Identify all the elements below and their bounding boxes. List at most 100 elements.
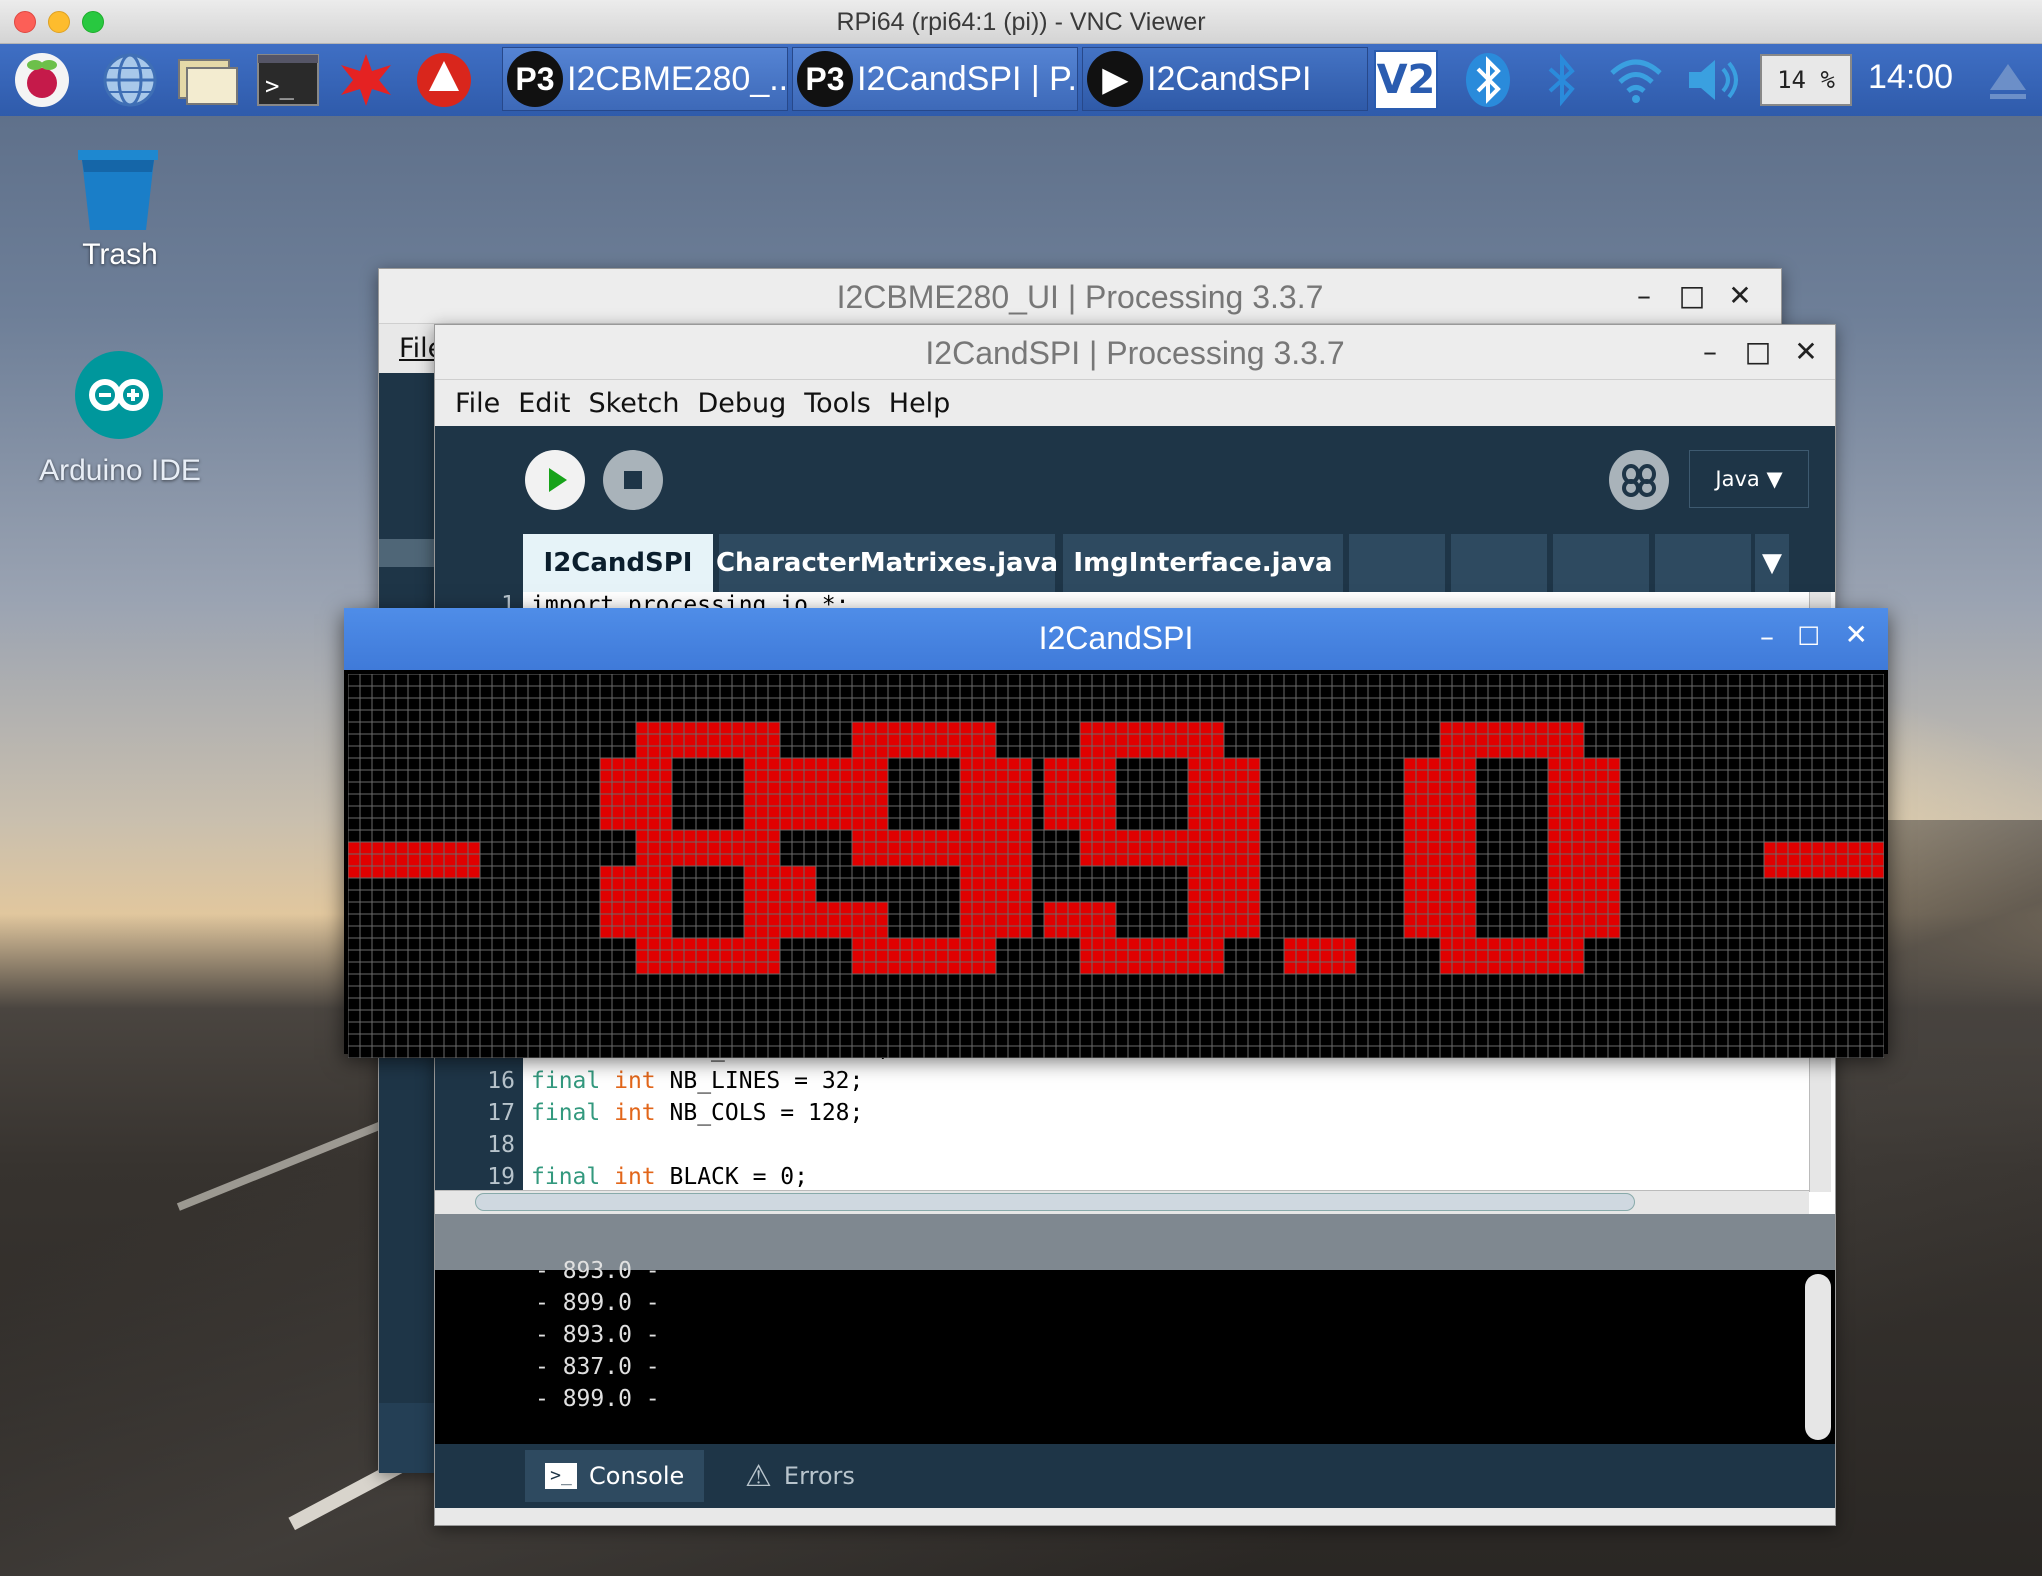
console-output[interactable]: - 893.0 - - 899.0 - - 893.0 - - 837.0 - … xyxy=(435,1258,1835,1444)
led-pixel xyxy=(924,842,936,854)
led-pixel xyxy=(1320,950,1332,962)
taskbar-item-i2candspi-sketch[interactable]: ▶ I2CandSPI xyxy=(1082,47,1368,111)
led-pixel xyxy=(1428,794,1440,806)
led-pixel xyxy=(1080,902,1092,914)
led-pixel xyxy=(720,746,732,758)
led-pixel xyxy=(432,842,444,854)
led-pixel xyxy=(828,782,840,794)
taskbar-item-i2candspi-ide[interactable]: P3 I2CandSPI | P... xyxy=(792,47,1078,111)
tab-i2candspi[interactable]: I2CandSPI xyxy=(523,534,713,592)
led-pixel xyxy=(1548,962,1560,974)
minimize-icon[interactable]: – xyxy=(1760,620,1774,653)
led-pixel xyxy=(1560,794,1572,806)
led-pixel xyxy=(852,962,864,974)
led-pixel xyxy=(1044,758,1056,770)
vnc-icon[interactable]: V2 xyxy=(1374,50,1438,110)
clock[interactable]: 14:00 xyxy=(1868,58,1978,102)
terminal-icon[interactable]: >_ xyxy=(256,50,320,110)
led-pixel xyxy=(816,926,828,938)
web-browser-icon[interactable] xyxy=(98,50,162,110)
tab-empty[interactable] xyxy=(1655,534,1751,592)
bluetooth-status-icon[interactable] xyxy=(1530,50,1594,110)
maximize-icon[interactable]: □ xyxy=(1797,620,1820,648)
led-pixel xyxy=(744,902,756,914)
led-pixel xyxy=(660,758,672,770)
led-pixel xyxy=(1188,950,1200,962)
led-pixel xyxy=(912,950,924,962)
maximize-icon[interactable]: □ xyxy=(1741,335,1775,368)
taskbar-item-bme280[interactable]: P3 I2CBME280_... xyxy=(502,47,788,111)
led-pixel xyxy=(816,806,828,818)
led-pixel xyxy=(1548,830,1560,842)
led-pixel xyxy=(744,854,756,866)
tab-imginterface[interactable]: ImgInterface.java xyxy=(1063,534,1343,592)
led-pixel xyxy=(864,842,876,854)
menu-edit[interactable]: Edit xyxy=(518,388,570,419)
led-pixel xyxy=(1020,926,1032,938)
file-manager-icon[interactable] xyxy=(176,50,240,110)
led-pixel xyxy=(1560,758,1572,770)
minimize-icon[interactable]: – xyxy=(1627,279,1661,312)
led-pixel xyxy=(408,854,420,866)
led-pixel xyxy=(1404,854,1416,866)
close-icon[interactable]: ✕ xyxy=(1845,618,1868,651)
led-pixel xyxy=(612,770,624,782)
tab-empty[interactable] xyxy=(1451,534,1547,592)
led-pixel xyxy=(636,734,648,746)
led-pixel xyxy=(972,782,984,794)
led-pixel xyxy=(948,722,960,734)
menu-file[interactable]: File xyxy=(455,388,500,419)
led-pixel xyxy=(636,722,648,734)
menu-tools[interactable]: Tools xyxy=(804,388,871,419)
maximize-icon[interactable]: □ xyxy=(1675,279,1709,312)
close-icon[interactable]: ✕ xyxy=(1789,335,1823,368)
led-pixel xyxy=(804,758,816,770)
stop-button[interactable] xyxy=(603,450,663,510)
console-tab[interactable]: >_ Console xyxy=(525,1450,705,1502)
errors-tab[interactable]: ⚠ Errors xyxy=(725,1450,875,1502)
tab-charactermatrixes[interactable]: CharacterMatrixes.java xyxy=(716,534,1058,592)
menu-debug[interactable]: Debug xyxy=(697,388,786,419)
sketch-output-window[interactable]: I2CandSPI – □ ✕ xyxy=(344,608,1888,1058)
arduino-ide-icon[interactable] xyxy=(74,350,164,440)
led-pixel xyxy=(624,926,636,938)
minimize-icon[interactable]: – xyxy=(1693,335,1727,368)
editor-horizontal-scrollbar[interactable] xyxy=(435,1190,1809,1214)
tab-empty[interactable] xyxy=(1553,534,1649,592)
led-pixel xyxy=(756,926,768,938)
console-line: - 899.0 - xyxy=(535,1290,660,1316)
math-kernel-icon[interactable] xyxy=(334,50,398,110)
debugger-button[interactable] xyxy=(1609,450,1669,510)
sketch-title-bar[interactable]: I2CandSPI – □ ✕ xyxy=(344,608,1888,670)
bluetooth-icon[interactable] xyxy=(1456,50,1520,110)
volume-icon[interactable] xyxy=(1682,50,1746,110)
ide-title-bar[interactable]: I2CandSPI | Processing 3.3.7 – □ ✕ xyxy=(435,325,1835,380)
close-icon[interactable]: ✕ xyxy=(1723,279,1757,312)
led-pixel xyxy=(1788,866,1800,878)
led-pixel xyxy=(1092,782,1104,794)
menu-sketch[interactable]: Sketch xyxy=(588,388,679,419)
tab-empty[interactable] xyxy=(1349,534,1445,592)
eject-icon[interactable] xyxy=(1976,50,2040,110)
tabs-overflow-button[interactable]: ▼ xyxy=(1755,534,1789,592)
led-pixel xyxy=(1200,866,1212,878)
led-pixel xyxy=(1512,746,1524,758)
cpu-usage-monitor[interactable]: 14 % xyxy=(1760,54,1852,106)
led-pixel xyxy=(1404,926,1416,938)
led-pixel xyxy=(924,722,936,734)
led-pixel xyxy=(1152,722,1164,734)
trash-icon[interactable] xyxy=(72,146,164,232)
led-pixel xyxy=(828,806,840,818)
menu-help[interactable]: Help xyxy=(889,388,951,419)
horizontal-scroll-thumb[interactable] xyxy=(475,1193,1635,1211)
console-scrollbar[interactable] xyxy=(1805,1274,1831,1440)
run-button[interactable] xyxy=(525,450,585,510)
led-pixel xyxy=(756,950,768,962)
wolfram-icon[interactable] xyxy=(412,50,476,110)
led-pixel xyxy=(792,806,804,818)
mode-selector[interactable]: Java ▼ xyxy=(1689,450,1809,508)
wifi-icon[interactable] xyxy=(1604,50,1668,110)
raspberry-menu-icon[interactable] xyxy=(10,50,74,110)
led-pixel xyxy=(1596,842,1608,854)
bme280-title-bar[interactable]: I2CBME280_UI | Processing 3.3.7 – □ ✕ xyxy=(379,269,1781,324)
